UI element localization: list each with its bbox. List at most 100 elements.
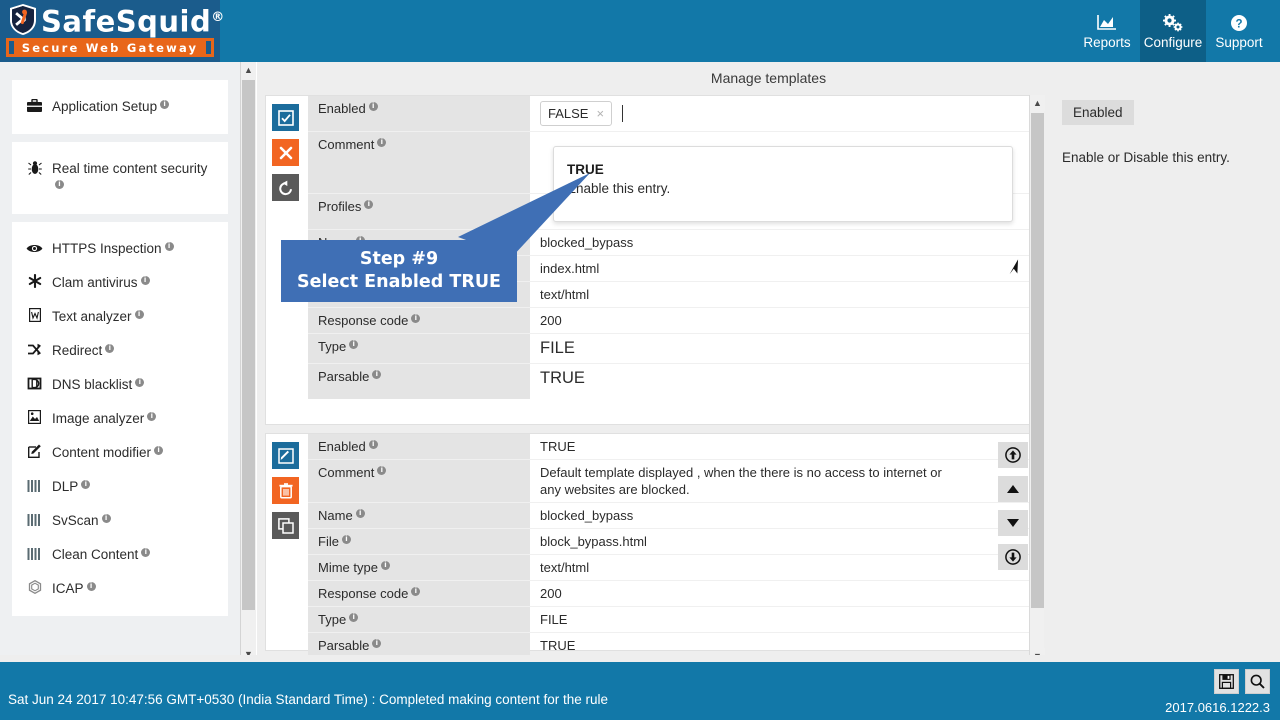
info-icon[interactable]: i <box>154 445 164 455</box>
sidebar-item-image-analyzer[interactable]: Image analyzer i <box>12 402 228 436</box>
move-down-button[interactable] <box>998 510 1028 536</box>
info-icon[interactable]: i <box>349 612 359 622</box>
sidebar-item-redirect[interactable]: Redirect i <box>12 334 228 368</box>
move-to-top-button[interactable] <box>998 442 1028 468</box>
content-scroll-thumb[interactable] <box>1031 113 1044 608</box>
sidebar-item-icap[interactable]: ICAP i <box>12 572 228 606</box>
sidebar-item-clean-content[interactable]: Clean Content i <box>12 538 228 572</box>
scroll-up-icon[interactable]: ▲ <box>241 62 256 78</box>
brand-logo-wrap: SafeSquid® <box>8 2 225 38</box>
field-value-enabled[interactable]: FALSE × <box>530 96 1034 131</box>
info-icon[interactable]: i <box>105 343 115 353</box>
search-icon[interactable] <box>1245 669 1270 694</box>
sidebar-label-svscan: SvScan i <box>52 512 218 530</box>
save-icon[interactable] <box>1214 669 1239 694</box>
scroll-up-icon[interactable]: ▲ <box>1030 95 1045 111</box>
info-icon[interactable]: i <box>380 560 390 570</box>
info-icon[interactable]: i <box>147 411 157 421</box>
info-icon[interactable]: i <box>86 581 96 591</box>
help-panel: Enabled Enable or Disable this entry. <box>1047 62 1280 662</box>
info-icon[interactable]: i <box>368 439 378 449</box>
edit-button[interactable] <box>272 442 299 469</box>
field-row-enabled: Enabled i TRUE <box>308 434 1034 460</box>
sidebar-item-https-inspection[interactable]: HTTPS Inspection i <box>12 232 228 266</box>
token-false[interactable]: FALSE × <box>540 101 613 126</box>
info-icon[interactable]: i <box>101 513 111 523</box>
sidebar-item-svscan[interactable]: SvScan i <box>12 504 228 538</box>
app-header: SafeSquid® Secure Web Gateway Reports Co… <box>0 0 1280 62</box>
field-row-mime-type: Mime typei text/html <box>308 555 1034 581</box>
nav-item-support[interactable]: ? Support <box>1206 0 1272 62</box>
info-icon[interactable]: i <box>411 586 421 596</box>
info-icon[interactable]: i <box>377 137 387 147</box>
field-value-name[interactable]: blocked_bypass <box>530 230 1034 255</box>
reports-chart-icon <box>1097 13 1117 33</box>
move-to-bottom-button[interactable] <box>998 544 1028 570</box>
bars-icon <box>26 478 43 496</box>
image-icon <box>26 410 43 428</box>
info-icon[interactable]: i <box>372 369 382 379</box>
info-icon[interactable]: i <box>364 199 374 209</box>
record2-fields: Enabled i TRUE Comment i Default template … <box>308 434 1034 658</box>
info-icon[interactable]: i <box>140 275 150 285</box>
info-icon[interactable]: i <box>55 179 64 189</box>
sidebar-label-image-analyzer: Image analyzer i <box>52 410 218 428</box>
field-value-mime-type[interactable]: text/html <box>530 282 1034 307</box>
info-icon[interactable]: i <box>141 547 151 557</box>
sidebar-scrollbar[interactable]: ▲ ▼ <box>240 62 256 662</box>
sidebar-item-application-setup[interactable]: Application Setup i <box>12 90 228 124</box>
apply-button[interactable] <box>272 104 299 131</box>
briefcase-icon <box>26 98 43 116</box>
info-icon[interactable]: i <box>341 534 351 544</box>
nav-item-reports[interactable]: Reports <box>1074 0 1140 62</box>
sidebar-label-content-modifier: Content modifier i <box>52 444 218 462</box>
field-row-type: Type i FILE <box>308 607 1034 633</box>
move-up-button[interactable] <box>998 476 1028 502</box>
field-label-type: Type i <box>308 334 530 363</box>
duplicate-button[interactable] <box>272 512 299 539</box>
cancel-button[interactable] <box>272 139 299 166</box>
shuffle-arrows-icon <box>26 342 43 360</box>
info-icon[interactable]: i <box>135 377 145 387</box>
token-remove-icon[interactable]: × <box>596 105 604 122</box>
info-icon[interactable]: i <box>372 638 382 648</box>
info-icon[interactable]: i <box>134 309 144 319</box>
info-icon[interactable]: i <box>160 99 170 109</box>
autocomplete-suggestion-panel[interactable]: TRUE Enable this entry. <box>553 146 1013 222</box>
field-value-file[interactable]: index.html <box>530 256 1034 281</box>
field-value-type[interactable]: FILE <box>530 334 1034 363</box>
asterisk-icon <box>26 273 43 292</box>
field-value-response-code[interactable]: 200 <box>530 308 1034 333</box>
field-label-enabled: Enabled i <box>308 96 530 131</box>
sidebar-item-dlp[interactable]: DLP i <box>12 470 228 504</box>
field-row-response-code: Response code i 200 <box>308 581 1034 607</box>
delete-button[interactable] <box>272 477 299 504</box>
info-icon[interactable]: i <box>411 313 421 323</box>
info-icon[interactable]: i <box>164 241 174 251</box>
suggestion-title[interactable]: TRUE <box>567 161 1012 179</box>
content-scrollbar[interactable]: ▲ ▼ <box>1029 95 1045 664</box>
gears-icon <box>1162 13 1184 33</box>
info-icon[interactable]: i <box>368 101 378 111</box>
sidebar-label-clean-content: Clean Content i <box>52 546 218 564</box>
sidebar-item-real-time-content-security[interactable]: Real time content security i <box>12 152 228 204</box>
info-icon[interactable]: i <box>81 479 91 489</box>
brand-logo[interactable]: SafeSquid® Secure Web Gateway <box>0 0 224 62</box>
nav-item-configure[interactable]: Configure <box>1140 0 1206 62</box>
bars-icon <box>26 512 43 530</box>
info-icon[interactable]: i <box>377 465 387 475</box>
info-icon[interactable]: i <box>355 508 365 518</box>
reset-button[interactable] <box>272 174 299 201</box>
sidebar-scroll-thumb[interactable] <box>242 80 255 610</box>
sidebar-item-content-modifier[interactable]: Content modifier i <box>12 436 228 470</box>
sidebar-group-realtime: Real time content security i <box>12 142 228 214</box>
sidebar-item-clam-antivirus[interactable]: Clam antivirus i <box>12 266 228 300</box>
enabled-token-input[interactable]: FALSE × <box>540 100 1026 127</box>
record-card-display: Enabled i TRUE Comment i Default template … <box>265 433 1035 658</box>
sidebar-item-dns-blacklist[interactable]: DNS blacklist i <box>12 368 228 402</box>
sidebar-item-text-analyzer[interactable]: Text analyzer i <box>12 300 228 334</box>
document-text-icon <box>26 308 43 326</box>
info-icon[interactable]: i <box>349 339 359 349</box>
field-value-parsable[interactable]: TRUE <box>530 364 1034 399</box>
